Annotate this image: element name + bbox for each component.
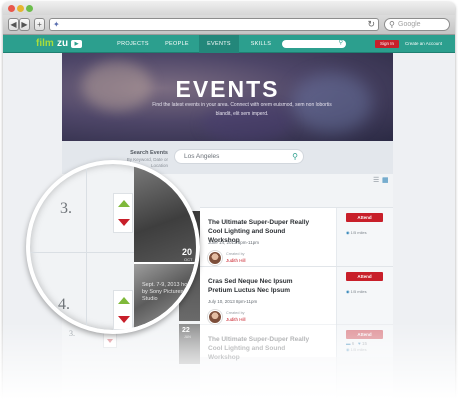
grid-line xyxy=(86,164,87,330)
forward-button[interactable]: ▶ xyxy=(19,18,30,31)
event-distance: ◉ 1/5 miles xyxy=(346,230,367,236)
created-by-label: Created by xyxy=(226,252,245,256)
vote-controls xyxy=(113,290,133,330)
vote-controls xyxy=(113,193,133,233)
minimize-window-button[interactable] xyxy=(17,5,24,12)
thumbnail-caption: Sept. 7-9, 2013 hosted by Sony Pictures … xyxy=(142,282,198,302)
event-distance: ◉ 1/5 miles xyxy=(346,347,367,353)
search-icon[interactable]: ⚲ xyxy=(339,39,343,48)
location-search-input[interactable]: Los Angeles ⚲ xyxy=(174,149,304,164)
zoom-window-button[interactable] xyxy=(26,5,33,12)
logo-text-part2: zu xyxy=(57,38,69,49)
close-window-button[interactable] xyxy=(8,5,15,12)
sign-in-button[interactable]: Sign In xyxy=(375,40,399,48)
logo-text-part1: film xyxy=(36,38,54,49)
event-date: June 14, 2013 8pm-11pm xyxy=(208,240,259,245)
creator-name[interactable]: Judith Hill xyxy=(226,258,246,264)
attend-button[interactable]: Attend xyxy=(346,330,383,339)
hero-subtitle: Find the latest events in your area. Con… xyxy=(152,102,332,117)
address-bar[interactable]: ✦ ↻ xyxy=(49,18,379,31)
event-creator[interactable]: Created by Judith Hill xyxy=(208,251,278,267)
downvote-arrow-icon[interactable] xyxy=(118,316,130,323)
event-card[interactable]: The Ultimate Super-Duper Really Cool Lig… xyxy=(200,324,393,411)
distance-value: 1/5 miles xyxy=(350,347,367,352)
magnifier-icon: ⚲ xyxy=(389,20,395,29)
nav-projects[interactable]: PROJECTS xyxy=(112,35,154,53)
created-by-label: Created by xyxy=(226,311,245,315)
grid-view-icon[interactable]: ▦ xyxy=(382,177,389,185)
site-navigation: film zu ▶ PROJECTS PEOPLE EVENTS SKILLS … xyxy=(3,35,455,53)
search-icon[interactable]: ⚲ xyxy=(292,150,298,163)
magnifier-lens: 3. 4. 20 OCT Sept. 7-9, 2013 hosted by S… xyxy=(26,160,200,334)
attend-button[interactable]: Attend xyxy=(346,272,383,281)
search-events-label: Search Events xyxy=(130,150,168,156)
nav-people[interactable]: PEOPLE xyxy=(160,35,194,53)
new-tab-button[interactable]: + xyxy=(34,18,45,31)
upvote-arrow-icon[interactable] xyxy=(118,297,130,304)
list-view-icon[interactable]: ☰ xyxy=(373,177,379,185)
screenshot-stage: ◀ ▶ + ✦ ↻ ⚲ Google film zu ▶ PROJECTS PE… xyxy=(0,0,458,413)
create-account-link[interactable]: Create an Account xyxy=(405,35,442,53)
reload-icon[interactable]: ↻ xyxy=(367,19,375,30)
nav-skills[interactable]: SKILLS xyxy=(246,35,276,53)
event-title[interactable]: Cras Sed Neque Nec Ipsum Pretium Luctus … xyxy=(208,277,318,295)
event-distance: ◉ 1/5 miles xyxy=(346,289,367,295)
title-bar xyxy=(3,2,455,15)
event-date: July 10, 2013 8pm-11pm xyxy=(208,299,258,304)
event-card-main: The Ultimate Super-Duper Really Cool Lig… xyxy=(200,325,336,411)
event-rank: 3. xyxy=(60,200,72,217)
event-rank: 3. xyxy=(69,329,75,338)
downvote-arrow-icon[interactable] xyxy=(118,219,130,226)
logo-badge-icon: ▶ xyxy=(71,40,82,48)
back-button[interactable]: ◀ xyxy=(8,18,19,31)
location-value: Los Angeles xyxy=(184,153,220,160)
creator-name[interactable]: Judith Hill xyxy=(226,317,246,323)
distance-value: 1/5 miles xyxy=(350,230,367,235)
nav-events[interactable]: EVENTS xyxy=(199,35,239,53)
event-day: 20 xyxy=(182,247,193,257)
downvote-arrow-icon[interactable] xyxy=(107,339,113,343)
event-title[interactable]: The Ultimate Super-Duper Really Cool Lig… xyxy=(208,335,318,362)
site-search-input[interactable]: ⚲ xyxy=(282,40,346,48)
page-title: EVENTS xyxy=(175,76,280,102)
event-card-actions: Attend ◉ 1/5 miles xyxy=(336,325,393,411)
browser-search-placeholder: Google xyxy=(398,21,421,28)
event-month: JUN xyxy=(184,335,191,339)
browser-toolbar: ◀ ▶ + ✦ ↻ ⚲ Google xyxy=(3,15,455,35)
avatar[interactable] xyxy=(208,310,222,324)
event-rank: 4. xyxy=(58,296,70,313)
upvote-arrow-icon[interactable] xyxy=(118,200,130,207)
browser-search-field[interactable]: ⚲ Google xyxy=(384,18,450,31)
distance-value: 1/5 miles xyxy=(350,289,367,294)
site-favicon-icon: ✦ xyxy=(53,20,60,29)
avatar[interactable] xyxy=(208,251,222,265)
attend-button[interactable]: Attend xyxy=(346,213,383,222)
events-hero-banner: EVENTS Find the latest events in your ar… xyxy=(62,53,393,141)
